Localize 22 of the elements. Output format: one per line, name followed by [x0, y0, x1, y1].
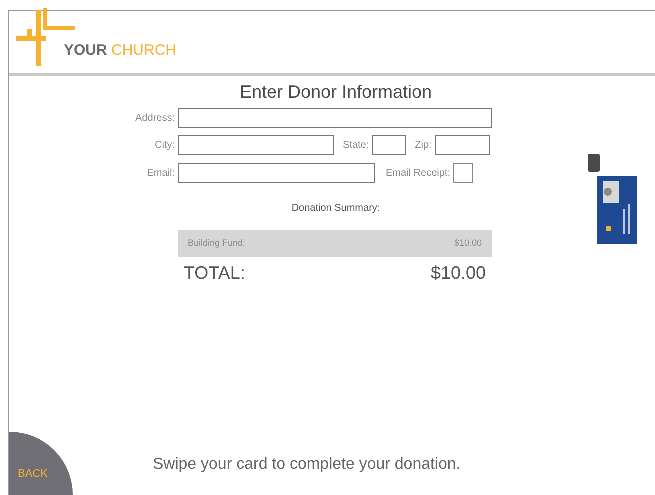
email-receipt-checkbox[interactable] — [453, 163, 474, 183]
logo-text: YOUR CHURCH — [64, 40, 177, 60]
back-button[interactable]: BACK — [9, 432, 73, 495]
field-label: Email: — [146, 166, 175, 180]
total-amount: $10.00 — [430, 262, 486, 285]
card-swipe-icon — [588, 154, 640, 246]
field-label: City: — [154, 138, 175, 152]
field-label: Address: — [134, 112, 175, 126]
field-label: Zip: — [415, 138, 432, 152]
input-field[interactable] — [178, 135, 334, 155]
field-label: Email Receipt: — [386, 166, 450, 180]
field-label: State: — [343, 138, 370, 152]
input-field[interactable] — [178, 108, 492, 128]
item-name: Building Fund: — [188, 236, 246, 250]
item-amount: $10.00 — [454, 236, 482, 250]
summary-heading: Donation Summary: — [290, 202, 382, 216]
input-field[interactable] — [434, 135, 490, 155]
page-title: Enter Donor Information — [238, 81, 434, 104]
input-field[interactable] — [178, 163, 375, 183]
total-label: TOTAL: — [184, 262, 246, 285]
input-field[interactable] — [372, 135, 406, 155]
instruction-text: Swipe your card to complete your donation. — [153, 455, 461, 475]
